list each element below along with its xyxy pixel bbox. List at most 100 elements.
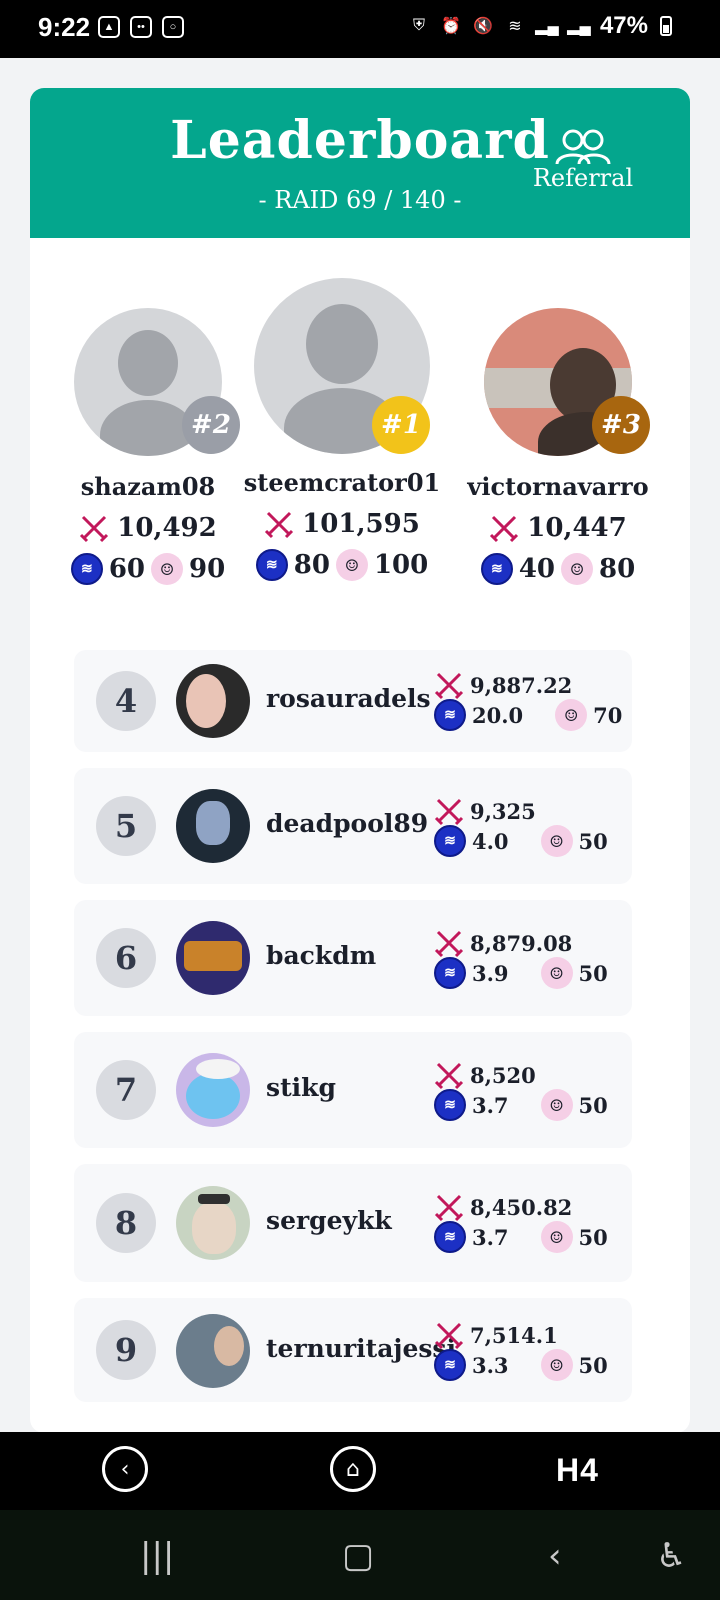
score: 8,450.82 [470,1194,573,1220]
avatar [176,664,250,738]
leaderboard-row[interactable]: 6 backdm 8,879.08 ≋ 3.9 ☺ 50 [74,900,632,1016]
signal-icon: ▂▄ [535,18,559,35]
rank-number: 7 [96,1060,156,1120]
podium-score: 10,447 [527,513,627,543]
status-time: 9:22 [38,12,91,42]
referral-label: Referral [532,164,634,192]
podium-name: shazam08 [80,472,216,501]
score: 7,514.1 [470,1322,558,1348]
rank-number: 8 [96,1193,156,1253]
users-icon [555,129,611,165]
token-reward: 50 [578,828,608,854]
swords-icon [434,1322,464,1350]
avatar [176,1053,250,1127]
leaderboard-header: Leaderboard - RAID 69 / 140 - Referral [30,88,690,238]
home-icon[interactable]: ▢ [342,1536,374,1576]
battery-icon [660,16,672,36]
swords-icon [434,1194,464,1222]
avatar [176,1186,250,1260]
rank-number: 9 [96,1320,156,1380]
leaderboard-row[interactable]: 9 ternuritajessi 7,514.1 ≋ 3.3 ☺ 50 [74,1298,632,1402]
leaderboard-row[interactable]: 4 rosauradels 9,887.22 ≋ 20.0 ☺ 70 [74,650,632,752]
podium-entry-1[interactable]: #1 steemcrator01 101,595 ≋ 80 ☺ 100 [242,278,442,581]
token-reward: 50 [578,1092,608,1118]
steem-reward: 3.7 [472,1092,509,1118]
signal-icon: ▂▄ [567,18,591,35]
accessibility-icon[interactable]: ♿ [656,1536,686,1576]
wifi-icon: ≋ [508,18,522,35]
steem-icon: ≋ [434,1089,466,1121]
podium-token: 100 [373,550,429,580]
token-icon: ☺ [540,1089,573,1121]
steem-icon: ≋ [70,553,103,585]
podium-entry-2[interactable]: #2 shazam08 10,492 ≋ 60 ☺ 90 [48,308,248,585]
score: 8,520 [470,1062,536,1088]
steem-reward: 20.0 [472,702,524,728]
steem-icon: ≋ [434,957,466,989]
avatar [176,1314,250,1388]
status-bar: 9:22 ▲ •• ○ ⛨ ⏰ 🔇 ≋ ▂▄ ▂▄ 47% [0,0,720,58]
system-nav-bar: ||| ▢ ‹ ♿ [0,1510,720,1600]
steem-reward: 3.9 [472,960,509,986]
podium-name: victornavarro [467,472,649,501]
podium-score: 10,492 [117,513,217,543]
score: 9,325 [470,798,536,824]
swords-icon [434,672,464,700]
token-icon: ☺ [540,1221,573,1253]
token-icon: ☺ [540,957,573,989]
swords-icon [434,930,464,958]
score: 9,887.22 [470,672,573,698]
avatar [176,789,250,863]
steem-reward: 3.7 [472,1224,509,1250]
app-bottom-nav: ‹ ⌂ H4 [0,1432,720,1510]
podium-token: 80 [599,554,636,584]
token-icon: ☺ [540,825,573,857]
app-logo[interactable]: H4 [556,1452,599,1489]
rank-badge: #3 [592,396,650,454]
steem-icon: ≋ [434,1221,466,1253]
token-reward: 50 [578,1352,608,1378]
rank-badge: #1 [372,396,430,454]
podium-steem: 40 [518,554,555,584]
swords-icon [434,1062,464,1090]
alarm-icon: ⏰ [440,18,461,35]
battery-percent: 47% [599,12,648,39]
swords-icon [80,515,109,543]
back-icon[interactable]: ‹ [548,1536,562,1576]
back-icon[interactable]: ‹ [102,1446,148,1492]
username: backdm [266,941,377,970]
recents-icon[interactable]: ||| [140,1536,174,1576]
username: rosauradels [266,684,431,713]
rank-number: 5 [96,796,156,856]
token-reward: 70 [593,702,623,728]
mute-icon: 🔇 [472,18,493,35]
token-icon: ☺ [561,553,593,585]
token-icon: ☺ [335,549,368,581]
rank-number: 4 [96,671,156,731]
shield-icon: ⛨ [412,17,425,34]
steem-icon: ≋ [255,549,288,581]
referral-button[interactable]: Referral [528,128,638,192]
leaderboard-row[interactable]: 8 sergeykk 8,450.82 ≋ 3.7 ☺ 50 [74,1164,632,1282]
score: 8,879.08 [470,930,573,956]
token-reward: 50 [578,1224,608,1250]
podium-token: 90 [189,554,226,584]
home-icon[interactable]: ⌂ [330,1446,376,1492]
token-icon: ☺ [555,699,588,731]
username: ternuritajessi [266,1334,456,1363]
podium-steem: 80 [293,550,330,580]
leaderboard-row[interactable]: 5 deadpool89 9,325 ≋ 4.0 ☺ 50 [74,768,632,884]
podium-score: 101,595 [302,509,420,539]
rank-number: 6 [96,928,156,988]
steem-icon: ≋ [434,825,466,857]
discord-icon: •• [130,16,152,38]
steem-icon: ≋ [480,553,513,585]
rank-badge: #2 [182,396,240,454]
podium: #2 shazam08 10,492 ≋ 60 ☺ 90 #1 steemcra… [30,278,690,618]
gallery-icon: ▲ [98,16,120,38]
leaderboard-row[interactable]: 7 stikg 8,520 ≋ 3.7 ☺ 50 [74,1032,632,1148]
token-icon: ☺ [151,553,183,585]
podium-steem: 60 [108,554,145,584]
podium-entry-3[interactable]: #3 victornavarro 10,447 ≋ 40 ☺ 80 [458,308,658,585]
steem-reward: 4.0 [472,828,509,854]
